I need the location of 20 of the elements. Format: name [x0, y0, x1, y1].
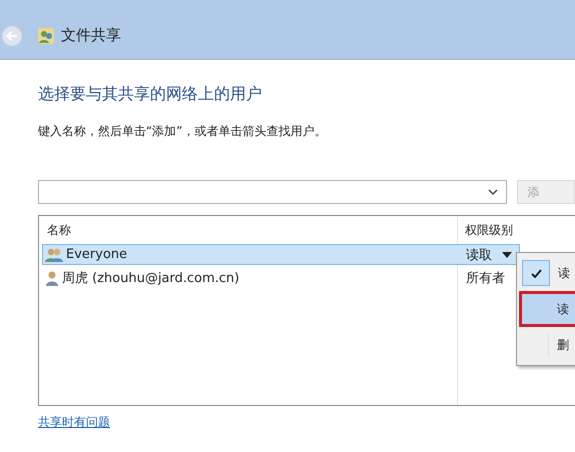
menu-item[interactable]: 读 — [519, 291, 575, 327]
instruction-text: 键入名称，然后单击“添加”，或者单击箭头查找用户。 — [38, 123, 328, 140]
column-header[interactable]: 名称 — [39, 222, 457, 238]
menu-item[interactable]: 删 — [519, 327, 575, 363]
dropdown-arrow-icon[interactable] — [502, 252, 512, 258]
chevron-down-icon[interactable] — [488, 189, 498, 195]
window-title: 文件共享 — [61, 26, 121, 45]
column-header[interactable]: 权限级别 — [457, 222, 513, 238]
heading: 选择要与其共享的网络上的用户 — [38, 84, 263, 105]
permission-level: 读取 — [466, 246, 492, 264]
user-name: Everyone — [66, 247, 128, 262]
menu-item[interactable]: 读 — [519, 255, 575, 291]
user-row[interactable]: 周虎 (zhouhu@jard.com.cn) 所有者 — [42, 267, 520, 288]
user-group-icon — [45, 246, 63, 262]
help-link[interactable]: 共享时有问题 — [38, 414, 110, 431]
permission-level: 所有者 — [466, 270, 505, 286]
user-icon — [45, 270, 59, 286]
user-name: 周虎 (zhouhu@jard.com.cn) — [62, 270, 240, 286]
users-icon — [37, 26, 55, 44]
user-row[interactable]: Everyone 读取 — [42, 244, 520, 265]
